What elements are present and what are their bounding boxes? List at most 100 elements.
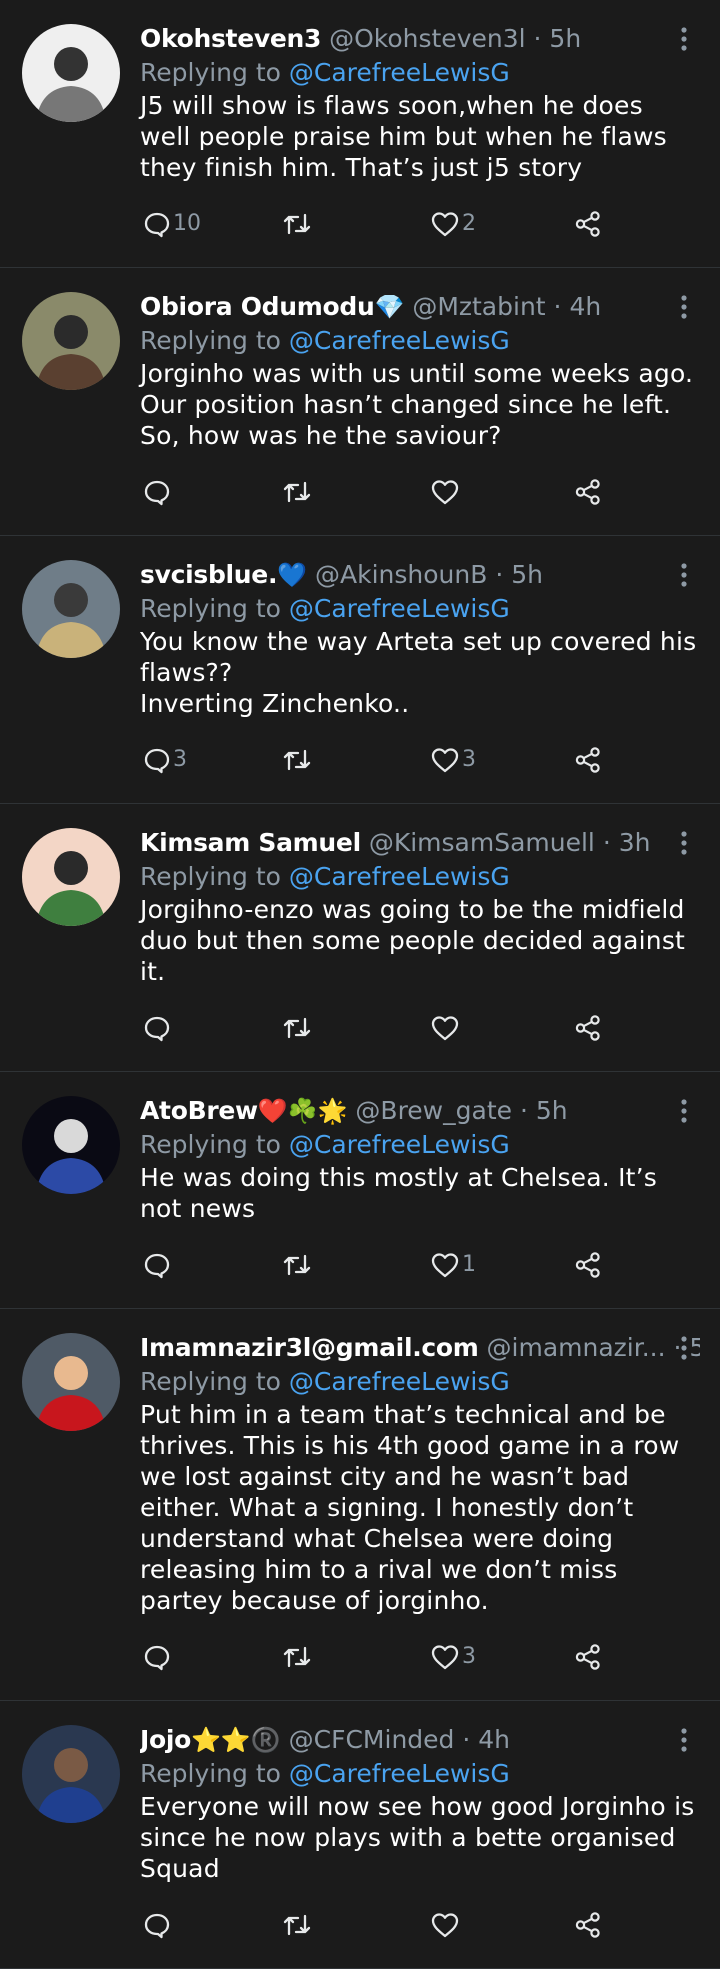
reply-tweet[interactable]: Okohsteven3 @Okohsteven3l · 5h Replying … <box>0 0 720 268</box>
user-handle[interactable]: @KimsamSamuell <box>369 828 595 857</box>
share-button[interactable] <box>574 1013 602 1043</box>
more-options-icon[interactable] <box>674 1725 694 1757</box>
timestamp[interactable]: 4h <box>478 1725 510 1754</box>
avatar-image <box>22 292 120 390</box>
heart-icon <box>431 748 459 773</box>
share-icon <box>575 1644 600 1670</box>
retweet-button[interactable] <box>282 1642 314 1672</box>
user-handle[interactable]: @Okohsteven3l <box>329 24 525 53</box>
share-button[interactable] <box>574 1910 602 1940</box>
reply-button[interactable] <box>143 1910 173 1940</box>
replying-to: Replying to @CarefreeLewisG <box>140 324 700 357</box>
replying-to-handle[interactable]: @CarefreeLewisG <box>289 1130 510 1159</box>
reply-button[interactable] <box>143 477 173 507</box>
timestamp[interactable]: 5h <box>511 560 543 589</box>
reply-count: 3 <box>173 747 187 772</box>
display-name[interactable]: Obiora Odumodu <box>140 292 375 321</box>
retweet-button[interactable] <box>282 1250 314 1280</box>
share-button[interactable] <box>574 209 602 239</box>
share-button[interactable] <box>574 745 602 775</box>
share-button[interactable] <box>574 477 602 507</box>
avatar[interactable] <box>22 1725 120 1823</box>
display-name[interactable]: AtoBrew <box>140 1096 258 1125</box>
reply-text: He was doing this mostly at Chelsea. It’… <box>140 1163 666 1223</box>
avatar[interactable] <box>22 1096 120 1194</box>
display-name[interactable]: Okohsteven3 <box>140 24 321 53</box>
like-button[interactable]: 3 <box>430 1642 476 1672</box>
reply-button[interactable]: 10 <box>143 209 201 239</box>
avatar-image <box>22 1725 120 1823</box>
display-name[interactable]: Jojo <box>140 1725 191 1754</box>
user-handle[interactable]: @Brew_gate <box>355 1096 512 1125</box>
reply-button[interactable] <box>143 1642 173 1672</box>
reply-tweet[interactable]: Jojo⭐⭐®️ @CFCMinded · 4h Replying to @Ca… <box>0 1701 720 1969</box>
avatar[interactable] <box>22 560 120 658</box>
reply-tweet[interactable]: Imamnazir3l@gmail.com @imamnazir... · 5h… <box>0 1309 720 1701</box>
avatar[interactable] <box>22 292 120 390</box>
action-bar: 3 3 <box>140 745 700 775</box>
retweet-button[interactable] <box>282 209 314 239</box>
reply-text: You know the way Arteta set up covered h… <box>140 627 697 718</box>
replying-to-handle[interactable]: @CarefreeLewisG <box>289 862 510 891</box>
reply-tweet[interactable]: svcisblue.💙 @AkinshounB · 5h Replying to… <box>0 536 720 804</box>
retweet-icon <box>283 749 311 771</box>
user-handle[interactable]: @imamnazir... <box>487 1333 666 1362</box>
replying-to-handle[interactable]: @CarefreeLewisG <box>289 594 510 623</box>
name-emoji: 💎 <box>374 293 405 321</box>
reply-text: Everyone will now see how good Jorginho … <box>140 1792 703 1883</box>
reply-button[interactable]: 3 <box>143 745 187 775</box>
name-emoji: ❤️☘️🌟 <box>257 1097 348 1125</box>
like-button[interactable] <box>430 1910 462 1940</box>
separator-dot: · <box>519 1096 528 1125</box>
reply-button[interactable] <box>143 1013 173 1043</box>
like-button[interactable]: 2 <box>430 209 476 239</box>
heart-icon <box>431 1253 459 1278</box>
more-options-icon[interactable] <box>674 1096 694 1128</box>
retweet-icon <box>283 213 311 235</box>
share-button[interactable] <box>574 1642 602 1672</box>
timestamp[interactable]: 3h <box>619 828 651 857</box>
avatar[interactable] <box>22 828 120 926</box>
user-handle[interactable]: @CFCMinded <box>289 1725 455 1754</box>
like-button[interactable] <box>430 477 462 507</box>
reply-tweet[interactable]: Obiora Odumodu💎 @Mztabint · 4h Replying … <box>0 268 720 536</box>
reply-header: AtoBrew❤️☘️🌟 @Brew_gate · 5h <box>140 1094 700 1128</box>
display-name[interactable]: svcisblue. <box>140 560 277 589</box>
user-handle[interactable]: @Mztabint <box>412 292 545 321</box>
more-options-icon[interactable] <box>674 24 694 56</box>
display-name[interactable]: Imamnazir3l@gmail.com <box>140 1333 479 1362</box>
avatar[interactable] <box>22 24 120 122</box>
more-options-icon[interactable] <box>674 292 694 324</box>
reply-tweet[interactable]: AtoBrew❤️☘️🌟 @Brew_gate · 5h Replying to… <box>0 1072 720 1309</box>
separator-dot: · <box>533 24 542 53</box>
replying-to-handle[interactable]: @CarefreeLewisG <box>289 326 510 355</box>
replying-to-handle[interactable]: @CarefreeLewisG <box>289 1367 510 1396</box>
avatar-image <box>22 1096 120 1194</box>
timestamp[interactable]: 5h <box>536 1096 568 1125</box>
timestamp[interactable]: 4h <box>569 292 601 321</box>
name-emoji: ⭐⭐®️ <box>191 1726 281 1754</box>
more-options-icon[interactable] <box>674 560 694 592</box>
retweet-button[interactable] <box>282 1013 314 1043</box>
more-options-icon[interactable] <box>674 1333 694 1365</box>
timestamp[interactable]: 5h <box>549 24 581 53</box>
like-button[interactable]: 1 <box>430 1250 476 1280</box>
share-button[interactable] <box>574 1250 602 1280</box>
reply-tweet[interactable]: Kimsam Samuel @KimsamSamuell · 3h Replyi… <box>0 804 720 1072</box>
like-count: 1 <box>462 1252 476 1277</box>
retweet-button[interactable] <box>282 1910 314 1940</box>
reply-text: Jorginho was with us until some weeks ag… <box>140 359 702 450</box>
reply-button[interactable] <box>143 1250 173 1280</box>
display-name[interactable]: Kimsam Samuel <box>140 828 361 857</box>
user-handle[interactable]: @AkinshounB <box>315 560 487 589</box>
reply-header: Okohsteven3 @Okohsteven3l · 5h <box>140 22 700 56</box>
reply-icon <box>144 480 170 506</box>
more-options-icon[interactable] <box>674 828 694 860</box>
replying-to-handle[interactable]: @CarefreeLewisG <box>289 1759 510 1788</box>
retweet-button[interactable] <box>282 477 314 507</box>
like-button[interactable] <box>430 1013 462 1043</box>
avatar[interactable] <box>22 1333 120 1431</box>
like-button[interactable]: 3 <box>430 745 476 775</box>
retweet-button[interactable] <box>282 745 314 775</box>
replying-to-handle[interactable]: @CarefreeLewisG <box>289 58 510 87</box>
